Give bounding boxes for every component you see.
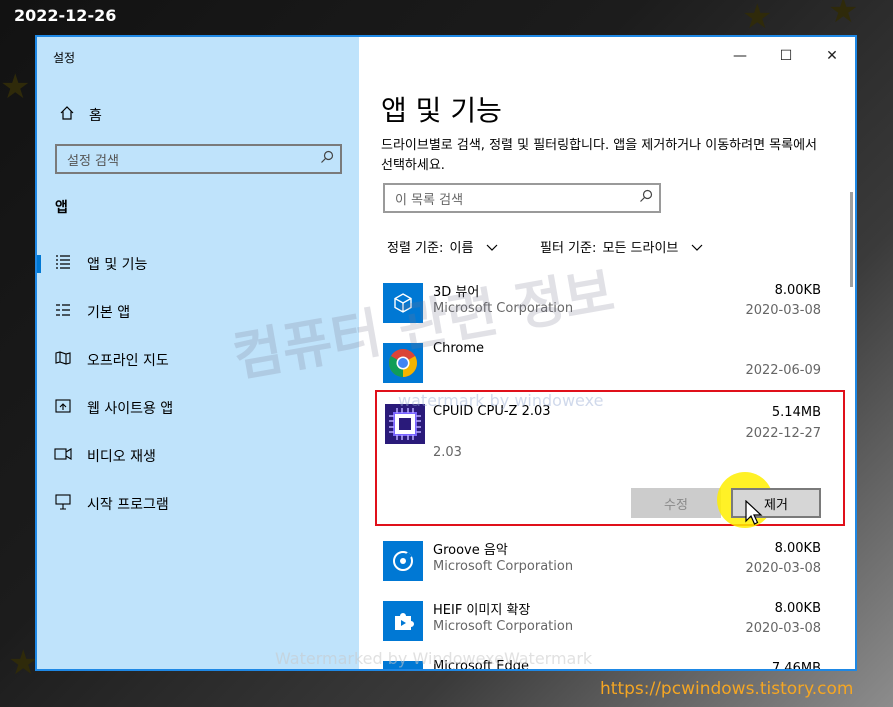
star-decoration: ★ — [742, 0, 773, 37]
video-icon — [53, 448, 73, 464]
search-icon — [320, 150, 334, 168]
sort-dropdown[interactable]: 정렬 기준: 이름 — [387, 237, 498, 256]
star-decoration: ★ — [8, 643, 39, 683]
website-apps-icon — [53, 399, 73, 417]
filter-label: 필터 기준: — [540, 241, 597, 256]
sidebar-item-home[interactable]: 홈 — [57, 103, 102, 127]
app-name: CPUID CPU-Z 2.03 — [433, 404, 551, 419]
app-version: 2.03 — [433, 445, 462, 460]
star-decoration: ★ — [828, 0, 859, 31]
sidebar-item-label: 비디오 재생 — [87, 449, 156, 465]
app-size: 8.00KB — [774, 541, 821, 556]
sort-value: 이름 — [449, 241, 474, 256]
app-publisher: Microsoft Corporation — [433, 619, 574, 634]
app-publisher: Microsoft Corporation — [433, 559, 574, 574]
minimize-button[interactable]: — — [717, 43, 763, 69]
app-list-search-input[interactable]: 이 목록 검색 — [383, 183, 661, 213]
site-url-label: https://pcwindows.tistory.com — [600, 679, 854, 699]
scrollbar[interactable] — [850, 192, 853, 287]
default-apps-icon — [53, 303, 73, 321]
sidebar-item-label: 기본 앱 — [87, 305, 131, 321]
app-list-item[interactable]: HEIF 이미지 확장 Microsoft Corporation 8.00KB… — [383, 597, 823, 653]
section-heading: 앱 — [55, 200, 68, 216]
apps-list-icon — [53, 255, 73, 273]
app-name: Groove 음악 — [433, 543, 508, 558]
selected-app-item[interactable]: CPUID CPU-Z 2.03 5.14MB 2022-12-27 2.03 … — [375, 390, 845, 528]
startup-icon — [53, 494, 73, 514]
sidebar-item-label: 홈 — [89, 108, 102, 124]
groove-music-icon — [383, 541, 423, 581]
app-name: Chrome — [433, 341, 484, 356]
settings-search-input[interactable]: 설정 검색 — [55, 144, 342, 174]
maximize-button[interactable]: ☐ — [763, 43, 809, 69]
modify-button[interactable]: 수정 — [631, 488, 721, 518]
app-date: 2020-03-08 — [745, 303, 821, 318]
app-size: 5.14MB — [771, 405, 821, 420]
app-date: 2020-03-08 — [745, 561, 821, 576]
app-name: HEIF 이미지 확장 — [433, 603, 531, 618]
app-list-item[interactable]: Microsoft Edge 7.46MB — [383, 657, 823, 671]
filter-dropdown[interactable]: 필터 기준: 모든 드라이브 — [540, 237, 703, 256]
sidebar-item-apps-features[interactable]: 앱 및 기능 — [37, 247, 359, 281]
app-date: 2022-12-27 — [745, 426, 821, 441]
chrome-icon — [383, 343, 423, 383]
search-placeholder: 설정 검색 — [67, 153, 119, 169]
app-publisher: Microsoft Corporation — [433, 301, 574, 316]
sidebar: 설정 홈 설정 검색 앱 앱 및 기능 기본 앱 오프라인 지도 웹 사이트용 … — [37, 37, 359, 669]
page-title: 앱 및 기능 — [381, 94, 502, 127]
date-stamp: 2022-12-26 — [14, 6, 117, 25]
chevron-down-icon — [486, 244, 498, 255]
app-date: 2020-03-08 — [745, 621, 821, 636]
app-list-item[interactable]: Groove 음악 Microsoft Corporation 8.00KB 2… — [383, 537, 823, 593]
app-list-item[interactable]: 3D 뷰어 Microsoft Corporation 8.00KB 2020-… — [383, 279, 823, 335]
3d-viewer-icon — [383, 283, 423, 323]
heif-extension-icon — [383, 601, 423, 641]
star-decoration: ★ — [0, 67, 31, 107]
sidebar-item-website-apps[interactable]: 웹 사이트용 앱 — [37, 391, 359, 425]
app-size: 8.00KB — [774, 601, 821, 616]
app-date: 2022-06-09 — [745, 363, 821, 378]
sort-label: 정렬 기준: — [387, 241, 444, 256]
sidebar-item-label: 시작 프로그램 — [87, 497, 169, 513]
search-icon — [639, 189, 653, 207]
edge-icon — [383, 661, 423, 669]
main-pane: — ☐ ✕ 앱 및 기능 드라이브별로 검색, 정렬 및 필터링합니다. 앱을 … — [359, 37, 855, 669]
chevron-down-icon — [691, 244, 703, 255]
sidebar-item-label: 앱 및 기능 — [87, 257, 148, 273]
home-icon — [57, 105, 77, 125]
cpuz-icon — [385, 404, 425, 444]
app-name: Microsoft Edge — [433, 659, 530, 671]
page-description: 드라이브별로 검색, 정렬 및 필터링합니다. 앱을 제거하거나 이동하려면 목… — [381, 138, 818, 173]
app-size: 7.46MB — [771, 661, 821, 671]
app-size: 8.00KB — [774, 283, 821, 298]
window-title: 설정 — [53, 51, 76, 65]
mouse-cursor-icon — [745, 499, 763, 530]
search-placeholder: 이 목록 검색 — [395, 192, 464, 208]
app-list-item[interactable]: Chrome 2022-06-09 — [383, 339, 823, 395]
sidebar-item-label: 오프라인 지도 — [87, 353, 169, 369]
filter-value: 모든 드라이브 — [602, 241, 679, 256]
sidebar-item-startup[interactable]: 시작 프로그램 — [37, 487, 359, 521]
sidebar-item-offline-maps[interactable]: 오프라인 지도 — [37, 343, 359, 377]
app-name: 3D 뷰어 — [433, 285, 480, 300]
sidebar-item-video-playback[interactable]: 비디오 재생 — [37, 439, 359, 473]
sidebar-item-default-apps[interactable]: 기본 앱 — [37, 295, 359, 329]
settings-window: 설정 홈 설정 검색 앱 앱 및 기능 기본 앱 오프라인 지도 웹 사이트용 … — [35, 35, 857, 671]
sidebar-item-label: 웹 사이트용 앱 — [87, 401, 174, 417]
offline-maps-icon — [53, 351, 73, 369]
close-button[interactable]: ✕ — [809, 43, 855, 69]
